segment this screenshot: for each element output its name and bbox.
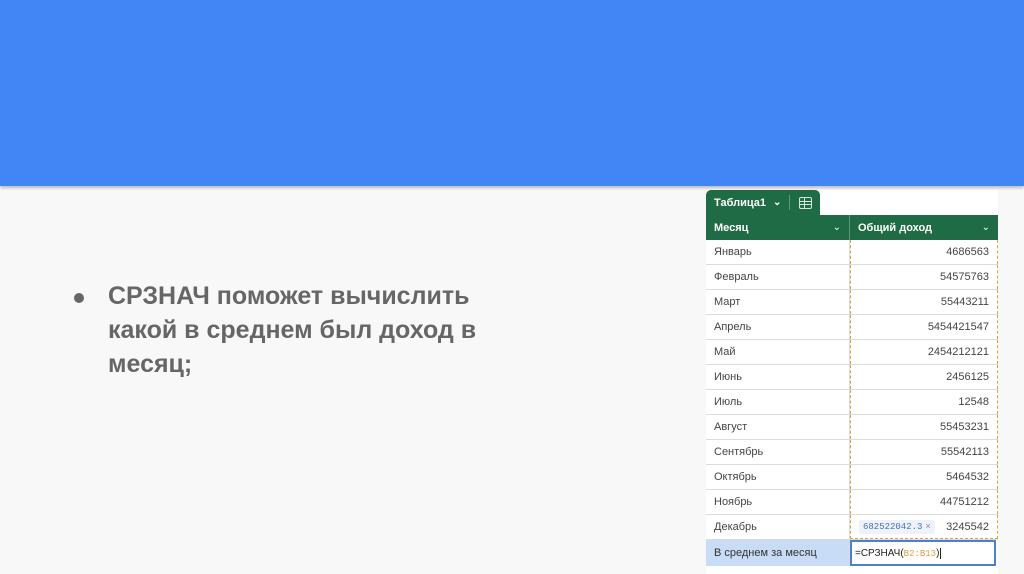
table-row: Июнь 2456125 [706,365,998,390]
table-view-button[interactable] [790,190,820,215]
chevron-down-icon: ⌄ [772,197,782,208]
table-row: Май 2454212121 [706,340,998,365]
cell-month[interactable]: Декабрь [706,515,850,539]
cell-month[interactable]: Июль [706,390,850,414]
cell-income[interactable]: 2456125 [850,365,998,389]
cell-income[interactable]: 55443211 [850,290,998,314]
cell-month[interactable]: Февраль [706,265,850,289]
table-name-dropdown[interactable]: Таблица1 ⌄ [706,190,789,215]
text-caret [940,547,942,559]
formula-input-cell[interactable]: =СРЗНАЧ(B2:B13) [850,540,996,566]
cell-month[interactable]: Октябрь [706,465,850,489]
formula-text: =СРЗНАЧ(B2:B13) [855,548,939,559]
cell-month[interactable]: Апрель [706,315,850,339]
table-name-label: Таблица1 [714,196,766,209]
cell-income[interactable]: 4686563 [850,240,998,264]
cell-income[interactable]: 12548 [850,390,998,414]
column-header-income[interactable]: Общий доход ⌄ [850,215,998,240]
formula-range: B2:B13 [903,548,937,559]
table-header-row: Месяц ⌄ Общий доход ⌄ [706,215,998,240]
cell-income[interactable]: 682522042.3 × 3245542 [850,515,998,539]
table-row: Июль 12548 [706,390,998,415]
table-row: Апрель 5454421547 [706,315,998,340]
cell-month[interactable]: Август [706,415,850,439]
bullet-text: СРЗНАЧ поможет вычислить какой в среднем… [108,282,477,378]
table-row: Февраль 54575763 [706,265,998,290]
cell-income[interactable]: 55453231 [850,415,998,439]
formula-result-preview: 682522042.3 × [859,519,935,534]
cell-month[interactable]: Июнь [706,365,850,389]
spreadsheet-table: Таблица1 ⌄ Месяц ⌄ Общий доход ⌄ Январь … [706,190,998,574]
table-tab[interactable]: Таблица1 ⌄ [706,190,821,215]
cell-income[interactable]: 44751212 [850,490,998,514]
cell-month[interactable]: Сентябрь [706,440,850,464]
close-icon[interactable]: × [925,522,930,532]
cell-income[interactable]: 54575763 [850,265,998,289]
cell-income[interactable]: 5464532 [850,465,998,489]
cell-month[interactable]: Май [706,340,850,364]
cell-month[interactable]: Ноябрь [706,490,850,514]
cell-income[interactable]: 55542113 [850,440,998,464]
table-row: Декабрь 682522042.3 × 3245542 [706,515,998,540]
table-row: Ноябрь 44751212 [706,490,998,515]
column-header-month[interactable]: Месяц ⌄ [706,215,850,240]
table-row: Октябрь 5464532 [706,465,998,490]
table-row: Август 55453231 [706,415,998,440]
column-header-label: Месяц [714,221,749,234]
preview-value: 682522042.3 [863,521,923,532]
formula-prefix: =СРЗНАЧ( [855,547,904,559]
column-header-label: Общий доход [858,221,933,234]
cell-month[interactable]: Март [706,290,850,314]
table-row: Январь 4686563 [706,240,998,265]
cell-income[interactable]: 2454212121 [850,340,998,364]
chevron-down-icon[interactable]: ⌄ [982,222,990,233]
cell-month[interactable]: Январь [706,240,850,264]
table-tab-strip: Таблица1 ⌄ [706,190,998,215]
slide-header-band [0,0,1024,186]
cell-income[interactable]: 5454421547 [850,315,998,339]
average-row: В среднем за месяц =СРЗНАЧ(B2:B13) [706,540,998,566]
table-row: Сентябрь 55542113 [706,440,998,465]
bullet-dot-icon [74,293,84,303]
table-grid-icon [798,196,812,209]
formula-suffix: ) [936,547,940,559]
income-value: 3245542 [946,520,989,533]
table-row: Март 55443211 [706,290,998,315]
average-label-cell[interactable]: В среднем за месяц [706,540,850,566]
chevron-down-icon[interactable]: ⌄ [833,222,841,233]
slide-bullet: СРЗНАЧ поможет вычислить какой в среднем… [74,279,494,381]
